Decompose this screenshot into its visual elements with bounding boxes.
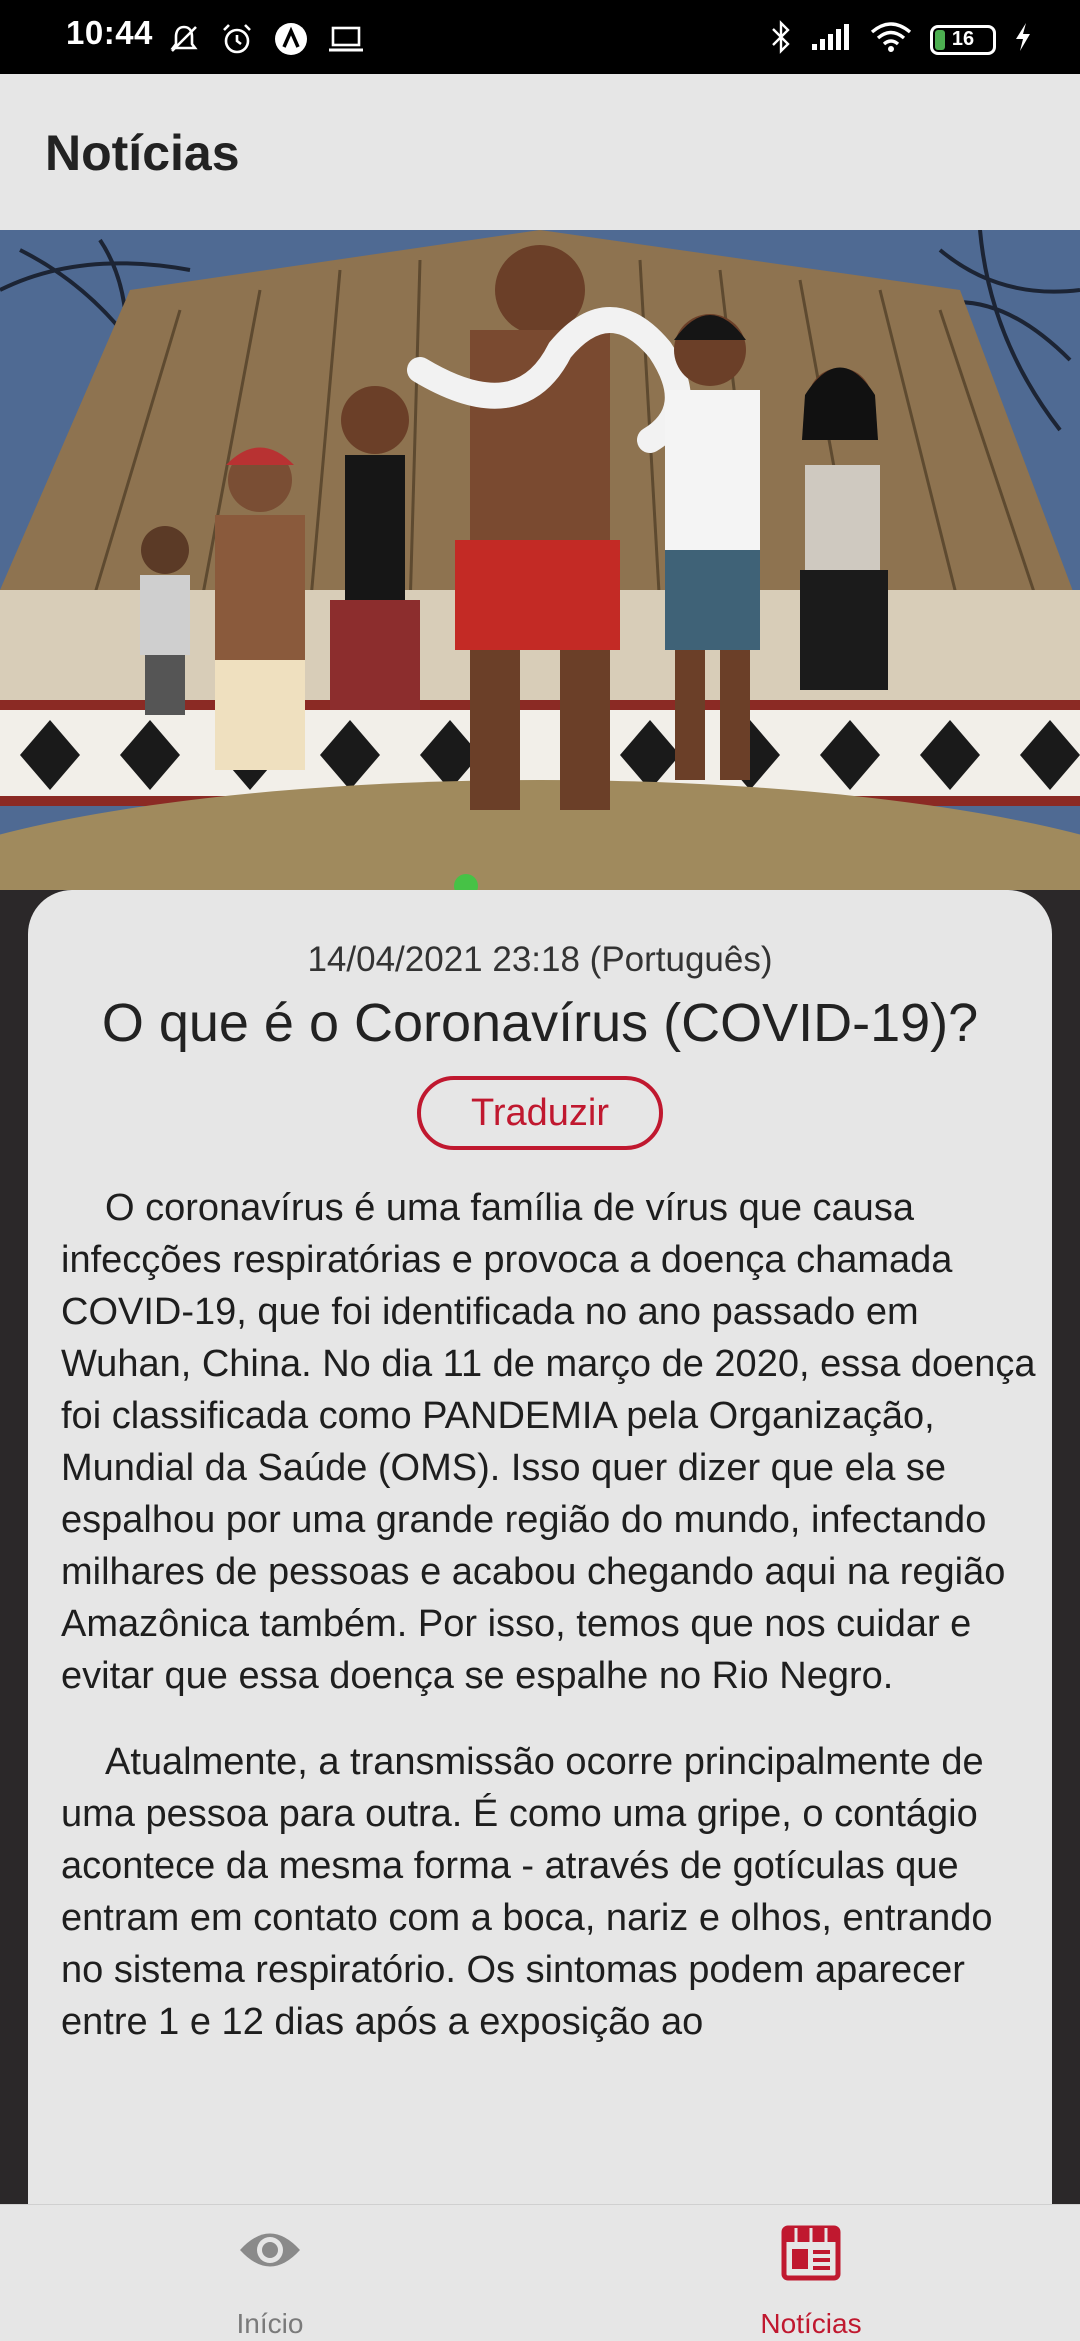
bluetooth-icon	[770, 20, 792, 59]
signal-icon	[810, 22, 852, 57]
eye-icon	[237, 2225, 303, 2280]
bell-off-icon	[168, 23, 200, 60]
battery-level: 16	[951, 28, 975, 50]
charging-icon	[1014, 22, 1032, 57]
laptop-icon	[328, 24, 364, 59]
article-body: O coronavírus é uma família de vírus que…	[61, 1182, 1041, 2082]
bottom-nav: Início Notícias	[0, 2204, 1080, 2341]
status-right-icons: 16	[770, 20, 1032, 59]
page-title: Notícias	[45, 125, 240, 181]
newspaper-icon	[781, 2225, 841, 2286]
nav-item-noticias[interactable]: Notícias	[661, 2205, 961, 2341]
battery-icon: 16	[930, 24, 996, 55]
alarm-icon	[220, 22, 254, 61]
article-image	[0, 230, 1080, 890]
wifi-icon	[870, 21, 912, 58]
status-bar: 10:44 16	[0, 0, 1080, 74]
article-paragraph: Atualmente, a transmissão ocorre princip…	[61, 1741, 993, 2043]
translate-button[interactable]: Traduzir	[417, 1076, 663, 1150]
article-card: 14/04/2021 23:18 (Português) O que é o C…	[28, 890, 1052, 2210]
article-date: 14/04/2021 23:18 (Português)	[307, 940, 773, 979]
app-a-icon	[274, 22, 308, 61]
nav-label-inicio: Início	[236, 2308, 304, 2339]
battery-fill	[935, 29, 945, 50]
article-title: O que é o Coronavírus (COVID-19)?	[101, 993, 979, 1053]
status-time: 10:44	[66, 14, 153, 51]
status-left-icons	[168, 22, 364, 61]
article-paragraph: O coronavírus é uma família de vírus que…	[61, 1187, 1036, 1697]
app-bar: Notícias	[0, 74, 1080, 230]
nav-label-noticias: Notícias	[760, 2308, 862, 2339]
nav-item-inicio[interactable]: Início	[120, 2205, 420, 2341]
